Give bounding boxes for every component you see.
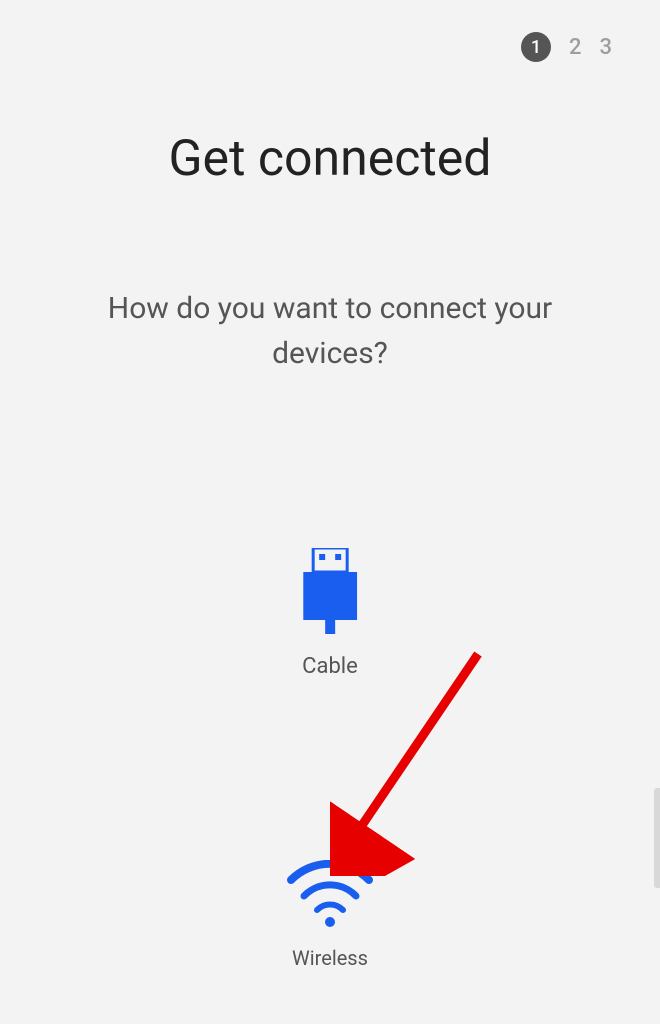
option-cable[interactable]: Cable [302, 548, 358, 679]
step-indicator: 1 2 3 [521, 32, 612, 62]
wifi-icon [287, 860, 373, 934]
usb-cable-icon [303, 548, 357, 638]
option-wireless-label: Wireless [292, 946, 368, 970]
option-wireless[interactable]: Wireless [287, 860, 373, 970]
option-cable-label: Cable [302, 654, 358, 679]
page-title: Get connected [0, 130, 660, 188]
annotation-arrow [330, 646, 490, 880]
edge-indicator [654, 788, 660, 888]
step-1: 1 [521, 32, 551, 62]
step-3: 3 [599, 35, 612, 60]
step-2: 2 [569, 35, 582, 60]
page-subtitle: How do you want to connect your devices? [60, 286, 600, 376]
